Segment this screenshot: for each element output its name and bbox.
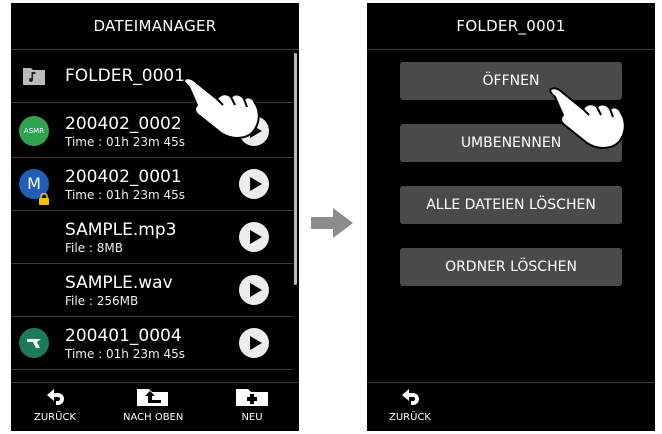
asmr-badge-icon: ASMR xyxy=(19,116,49,146)
music-folder-icon xyxy=(22,66,46,86)
file-row[interactable]: 200401_0004 Time : 01h 23m 45s xyxy=(11,319,293,370)
back-label: ZURÜCK xyxy=(34,412,76,423)
file-row[interactable]: M 200402_0001 Time : 01h 23m 45s xyxy=(11,160,293,211)
file-name: 200402_0002 xyxy=(65,114,182,134)
back-arrow-icon xyxy=(46,389,64,405)
file-info: File : 8MB xyxy=(65,241,123,255)
back-arrow-icon xyxy=(401,389,419,405)
folder-up-icon xyxy=(137,389,169,406)
new-folder-button[interactable]: NEU xyxy=(234,387,270,423)
back-button[interactable]: ZURÜCK xyxy=(34,387,76,423)
delete-folder-button[interactable]: ORDNER LÖSCHEN xyxy=(400,248,622,286)
play-button[interactable] xyxy=(239,328,269,358)
screen-title: DATEIMANAGER xyxy=(11,3,299,50)
file-name: SAMPLE.mp3 xyxy=(65,220,177,240)
scrollbar[interactable] xyxy=(294,53,297,285)
transition-arrow-icon xyxy=(311,208,353,242)
tap-hand-icon xyxy=(177,73,267,147)
file-info: Time : 01h 23m 45s xyxy=(65,347,186,361)
file-name: 200402_0001 xyxy=(65,167,182,187)
delete-all-files-button[interactable]: ALLE DATEIEN LÖSCHEN xyxy=(400,186,622,224)
folder-menu-screen: FOLDER_0001 ÖFFNEN UMBENENNEN ALLE DATEI… xyxy=(367,3,655,431)
shotgun-mic-badge-icon xyxy=(19,328,49,358)
new-folder-icon xyxy=(236,389,268,406)
play-button[interactable] xyxy=(239,275,269,305)
play-button[interactable] xyxy=(239,222,269,252)
file-name: SAMPLE.wav xyxy=(65,273,173,293)
parent-folder-label: NACH OBEN xyxy=(123,412,184,423)
screen-title: FOLDER_0001 xyxy=(367,3,655,50)
play-button[interactable] xyxy=(239,169,269,199)
file-row[interactable]: SAMPLE.mp3 File : 8MB xyxy=(11,213,293,264)
footer-bar: ZURÜCK NACH OBEN NEU xyxy=(11,382,299,431)
file-name: 200401_0004 xyxy=(65,326,182,346)
file-info: File : 256MB xyxy=(65,294,139,308)
file-manager-screen: DATEIMANAGER FOLDER_0001 ASMR 200402_000… xyxy=(11,3,299,431)
back-label: ZURÜCK xyxy=(389,412,431,423)
tap-hand-icon xyxy=(543,83,633,157)
footer-bar: ZURÜCK xyxy=(367,382,655,431)
file-row[interactable]: SAMPLE.wav File : 256MB xyxy=(11,266,293,317)
parent-folder-button[interactable]: NACH OBEN xyxy=(123,387,183,423)
file-info: Time : 01h 23m 45s xyxy=(65,188,186,202)
back-button[interactable]: ZURÜCK xyxy=(389,387,431,423)
new-folder-label: NEU xyxy=(241,412,263,423)
lock-icon xyxy=(38,190,50,205)
file-info: Time : 01h 23m 45s xyxy=(65,135,186,149)
folder-name: FOLDER_0001 xyxy=(65,66,186,86)
